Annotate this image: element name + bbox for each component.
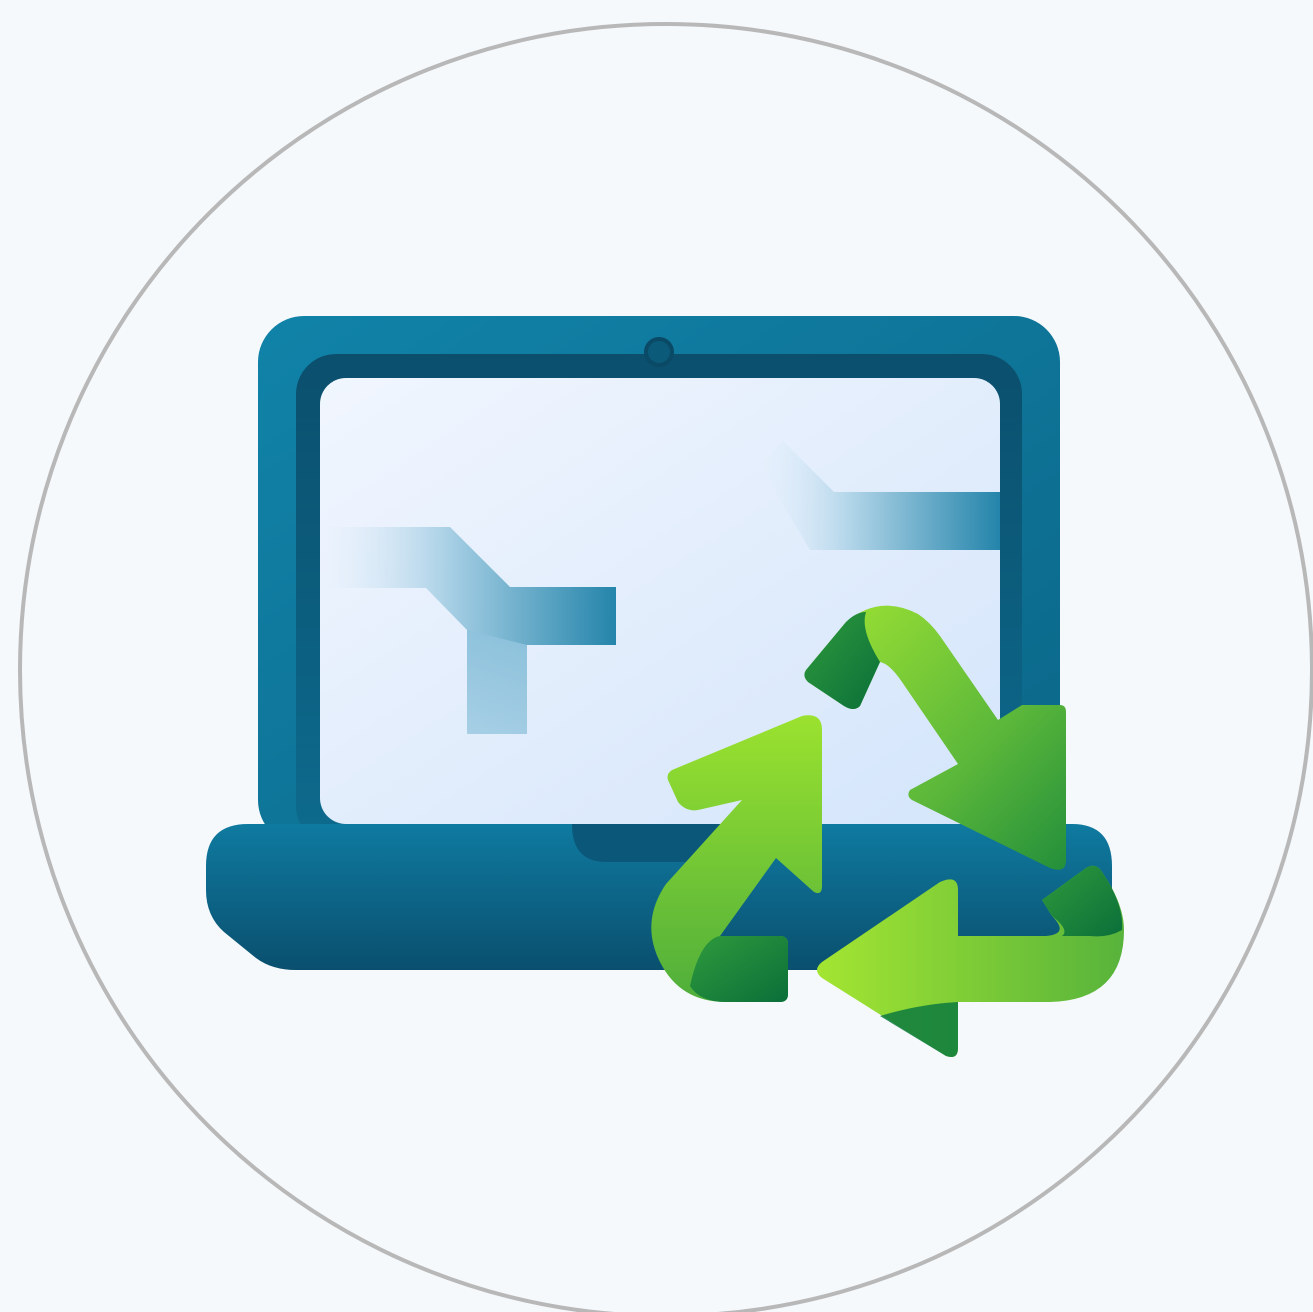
laptop-recycle-illustration: [18, 22, 1313, 1312]
camera-dot: [644, 337, 674, 367]
laptop-screen: [320, 378, 1000, 824]
illustration-canvas: [0, 0, 1313, 1312]
laptop-icon: [206, 316, 1112, 970]
